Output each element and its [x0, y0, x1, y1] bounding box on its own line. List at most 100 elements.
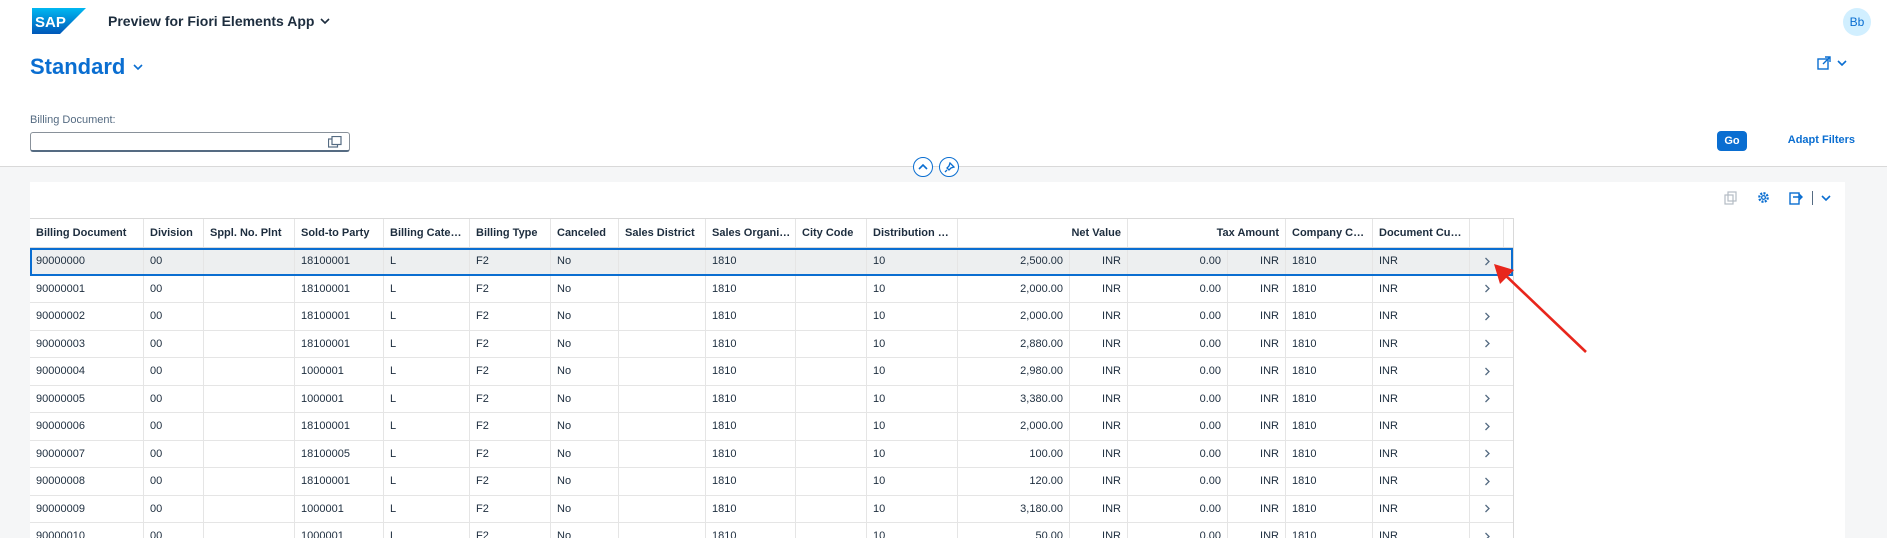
column-header[interactable]: Company C…	[1286, 219, 1373, 247]
share-button[interactable]	[1817, 56, 1847, 70]
row-navigation-icon[interactable]	[1470, 303, 1504, 330]
column-header[interactable]: Net Value	[958, 219, 1128, 247]
cell-net-value-currency: INR	[1070, 413, 1128, 440]
cell-sold-to-party: 1000001	[295, 385, 384, 412]
cell-tax-amount: 0.00	[1128, 440, 1228, 467]
value-help-icon[interactable]	[328, 136, 342, 148]
cell-tax-amount: 0.00	[1128, 358, 1228, 385]
copy-icon	[1724, 190, 1737, 205]
table-row[interactable]: 90000000 00 18100001 L F2 No 1810 10 2,500.00 INR…	[30, 248, 1513, 276]
cell-billing-type: F2	[470, 385, 551, 412]
table-row[interactable]: 90000008 00 18100001 L F2 No 1810 10 120.00 INR 0.…	[30, 468, 1513, 496]
cell-city-code	[796, 303, 867, 330]
table-row[interactable]: 90000004 00 1000001 L F2 No 1810 10 2,980.00 INR 0…	[30, 358, 1513, 386]
cell-billing-type: F2	[470, 303, 551, 330]
cell-distribution-channel: 10	[867, 248, 958, 275]
pin-icon	[944, 161, 955, 172]
cell-net-value: 2,000.00	[958, 413, 1070, 440]
row-navigation-icon[interactable]	[1470, 358, 1504, 385]
column-header[interactable]: Sppl. No. Plnt	[204, 219, 295, 247]
gear-icon	[1758, 192, 1769, 203]
row-navigation-icon[interactable]	[1470, 413, 1504, 440]
cell-city-code	[796, 248, 867, 275]
go-button[interactable]: Go	[1717, 131, 1747, 151]
table-row[interactable]: 90000006 00 18100001 L F2 No 1810 10 2,000.00 INR…	[30, 413, 1513, 441]
column-header[interactable]: Sold-to Party	[295, 219, 384, 247]
column-header[interactable]: Billing Cate…	[384, 219, 470, 247]
collapse-header-button[interactable]	[913, 157, 933, 177]
shell-bar: SAP Preview for Fiori Elements App Bb	[0, 0, 1887, 42]
pin-header-button[interactable]	[939, 157, 959, 177]
toolbar-separator	[1812, 190, 1813, 205]
cell-net-value-currency: INR	[1070, 330, 1128, 357]
row-navigation-icon[interactable]	[1470, 248, 1504, 275]
table-row[interactable]: 90000001 00 18100001 L F2 No 1810 10 2,000.00 INR…	[30, 275, 1513, 303]
column-header[interactable]: Document Cu…	[1373, 219, 1470, 247]
copy-button[interactable]	[1724, 190, 1738, 205]
adapt-filters-button[interactable]: Adapt Filters	[1788, 134, 1855, 146]
cell-sppl-no-plnt	[204, 303, 295, 330]
row-navigation-icon[interactable]	[1470, 523, 1504, 538]
table-row[interactable]: 90000005 00 1000001 L F2 No 1810 10 3,380.00 INR 0…	[30, 385, 1513, 413]
cell-billing-category: L	[384, 495, 470, 522]
cell-sales-district	[619, 495, 706, 522]
cell-city-code	[796, 440, 867, 467]
cell-canceled: No	[551, 358, 619, 385]
row-navigation-icon[interactable]	[1470, 331, 1504, 358]
cell-division: 00	[144, 440, 204, 467]
table-row[interactable]: 90000002 00 18100001 L F2 No 1810 10 2,000.00 INR…	[30, 303, 1513, 331]
column-header[interactable]: Billing Document	[30, 219, 144, 247]
cell-net-value-currency: INR	[1070, 358, 1128, 385]
cell-tax-currency: INR	[1228, 440, 1286, 467]
cell-billing-type: F2	[470, 495, 551, 522]
table-row[interactable]: 90000003 00 18100001 L F2 No 1810 10 2,880.00 INR…	[30, 330, 1513, 358]
row-navigation-icon[interactable]	[1470, 386, 1504, 413]
cell-billing-document: 90000006	[30, 413, 144, 440]
sap-logo[interactable]: SAP	[32, 8, 86, 34]
table-row[interactable]: 90000010 00 1000001 L F2 No 1810 10 50.00 INR 0.00…	[30, 523, 1513, 538]
cell-billing-category: L	[384, 248, 470, 275]
column-header[interactable]: Billing Type	[470, 219, 551, 247]
column-header[interactable]: Tax Amount	[1128, 219, 1286, 247]
cell-tax-currency: INR	[1228, 248, 1286, 275]
cell-sales-organization: 1810	[706, 358, 796, 385]
app-title-menu[interactable]: Preview for Fiori Elements App	[108, 13, 330, 29]
column-header[interactable]: City Code	[796, 219, 867, 247]
cell-sold-to-party: 18100001	[295, 303, 384, 330]
chevron-right-icon	[1484, 504, 1490, 513]
column-header[interactable]: Sales District	[619, 219, 706, 247]
row-navigation-icon[interactable]	[1470, 496, 1504, 523]
cell-billing-document: 90000004	[30, 358, 144, 385]
cell-billing-type: F2	[470, 413, 551, 440]
user-avatar[interactable]: Bb	[1843, 8, 1871, 36]
chevron-right-icon	[1484, 339, 1490, 348]
column-header[interactable]: Sales Organi…	[706, 219, 796, 247]
app-title: Preview for Fiori Elements App	[108, 13, 315, 29]
column-header[interactable]: Canceled	[551, 219, 619, 247]
cell-net-value-currency: INR	[1070, 385, 1128, 412]
table-row[interactable]: 90000007 00 18100005 L F2 No 1810 10 100.00 INR 0.…	[30, 440, 1513, 468]
table-settings-button[interactable]	[1756, 190, 1771, 205]
row-navigation-icon[interactable]	[1470, 276, 1504, 303]
cell-sales-organization: 1810	[706, 523, 796, 538]
row-navigation-icon[interactable]	[1470, 441, 1504, 468]
nav-column-header	[1470, 219, 1504, 247]
cell-billing-document: 90000002	[30, 303, 144, 330]
cell-document-currency: INR	[1373, 248, 1470, 275]
table-row[interactable]: 90000009 00 1000001 L F2 No 1810 10 3,180.00 INR 0…	[30, 495, 1513, 523]
column-header[interactable]: Division	[144, 219, 204, 247]
row-navigation-icon[interactable]	[1470, 468, 1504, 495]
cell-document-currency: INR	[1373, 523, 1470, 538]
column-header[interactable]: Distribution …	[867, 219, 958, 247]
billing-document-input[interactable]	[30, 132, 350, 152]
cell-tax-currency: INR	[1228, 330, 1286, 357]
cell-sales-district	[619, 385, 706, 412]
export-button[interactable]	[1789, 190, 1831, 205]
variant-selector[interactable]: Standard	[30, 54, 143, 80]
cell-tax-amount: 0.00	[1128, 413, 1228, 440]
cell-city-code	[796, 358, 867, 385]
cell-billing-type: F2	[470, 275, 551, 302]
chevron-right-icon	[1484, 532, 1490, 538]
cell-billing-document: 90000003	[30, 330, 144, 357]
cell-company-code: 1810	[1286, 413, 1373, 440]
